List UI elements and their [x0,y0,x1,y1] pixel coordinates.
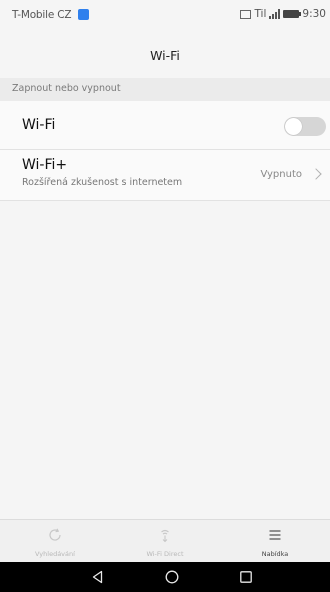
section-title: Zapnout nebo vypnout [12,83,121,94]
wifiplus-subtitle: Rozšířená zkušenost s internetem [22,177,183,188]
refresh-icon [49,528,61,541]
battery-icon [283,10,302,18]
signal-strength-icon [269,9,281,19]
system-nav-bar [0,562,330,592]
wifi-direct-icon [161,529,169,543]
toggle-knob [285,118,302,135]
back-icon[interactable] [90,569,106,585]
status-bar: T-Mobile CZ Til 9:30 [0,0,330,34]
menu-icon [269,530,281,540]
wifiplus-status: Vypnuto [260,169,302,180]
status-icons: Til 9:30 [240,8,326,20]
section-header: Zapnout nebo vypnout [0,78,330,101]
carrier-name: T-Mobile CZ [12,9,89,21]
recents-icon[interactable] [238,569,254,585]
signal-label: Til [254,8,267,20]
carrier-label: T-Mobile CZ [12,9,72,21]
wifi-direct-label: Wi-Fi Direct [146,550,184,558]
app-header: Wi-Fi [0,34,330,78]
screenshot-icon [240,9,252,19]
wifi-label: Wi-Fi [22,117,56,133]
bottom-action-bar: Vyhledávání Wi-Fi Direct Nabídka [0,519,330,562]
wifiplus-label: Wi-Fi+ [22,157,68,173]
page-title: Wi-Fi [150,48,180,63]
wifi-direct-button[interactable]: Wi-Fi Direct [110,520,220,563]
scan-label: Vyhledávání [35,550,75,558]
wifi-toggle-switch[interactable] [284,117,326,136]
menu-button[interactable]: Nabídka [220,520,330,563]
wifiplus-row[interactable]: Wi-Fi+ Rozšířená zkušenost s internetem … [0,150,330,201]
wifi-toggle-row[interactable]: Wi-Fi [0,101,330,150]
notification-badge-icon [77,9,89,20]
scan-button[interactable]: Vyhledávání [0,520,110,563]
menu-label: Nabídka [261,550,289,558]
clock: 9:30 [302,8,326,20]
chevron-right-icon [310,168,322,180]
home-icon[interactable] [164,569,180,585]
